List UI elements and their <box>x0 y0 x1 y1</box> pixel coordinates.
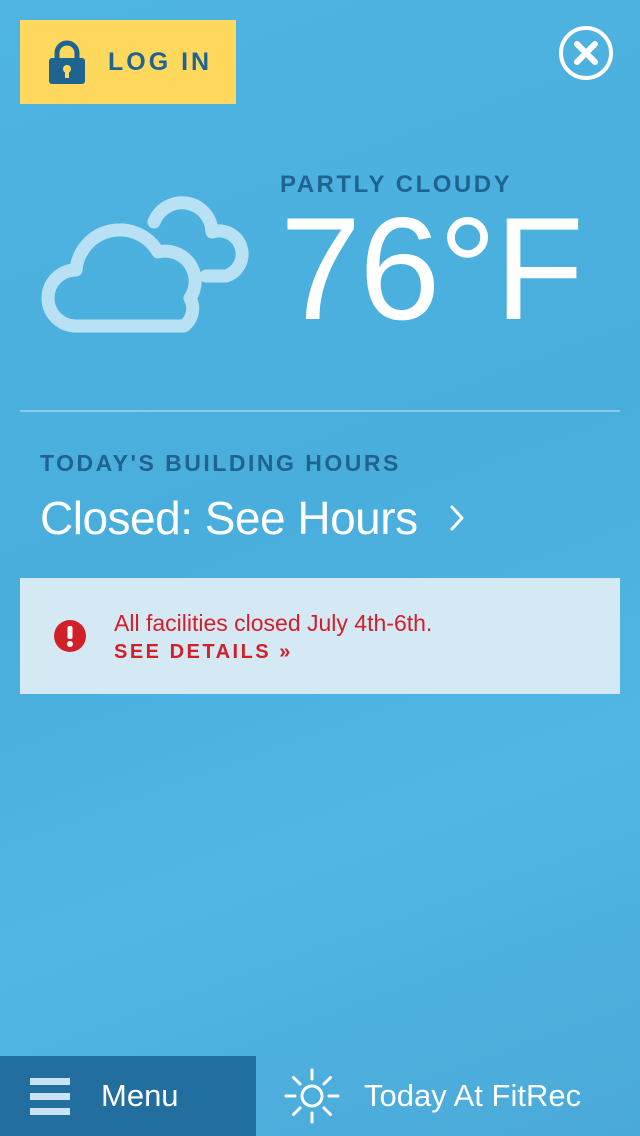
login-button[interactable]: LOG IN <box>20 20 236 104</box>
menu-label: Menu <box>101 1078 179 1113</box>
sun-icon <box>284 1068 340 1124</box>
today-at-fitrec-button[interactable]: Today At FitRec <box>256 1056 640 1136</box>
chevron-right-icon <box>450 505 464 531</box>
hamburger-icon <box>30 1078 70 1115</box>
see-details-link[interactable]: SEE DETAILS » <box>114 641 293 664</box>
lock-icon <box>49 40 85 84</box>
alert-message: All facilities closed July 4th-6th. <box>114 610 433 636</box>
close-button[interactable] <box>558 25 614 81</box>
partly-cloudy-icon <box>41 196 249 333</box>
alert-banner: All facilities closed July 4th-6th. SEE … <box>20 578 620 694</box>
building-hours-link[interactable]: Closed: See Hours <box>40 488 464 548</box>
divider <box>20 410 620 412</box>
building-hours-status: Closed: See Hours <box>40 492 418 544</box>
building-hours-heading: TODAY'S BUILDING HOURS <box>40 450 401 476</box>
today-at-fitrec-label: Today At FitRec <box>364 1078 582 1113</box>
alert-icon <box>54 620 86 652</box>
login-label: LOG IN <box>108 47 213 76</box>
menu-button[interactable]: Menu <box>0 1056 256 1136</box>
close-icon <box>559 26 613 80</box>
bottom-nav: Menu Today At FitRec <box>0 1056 640 1136</box>
temperature: 76°F <box>280 187 584 350</box>
